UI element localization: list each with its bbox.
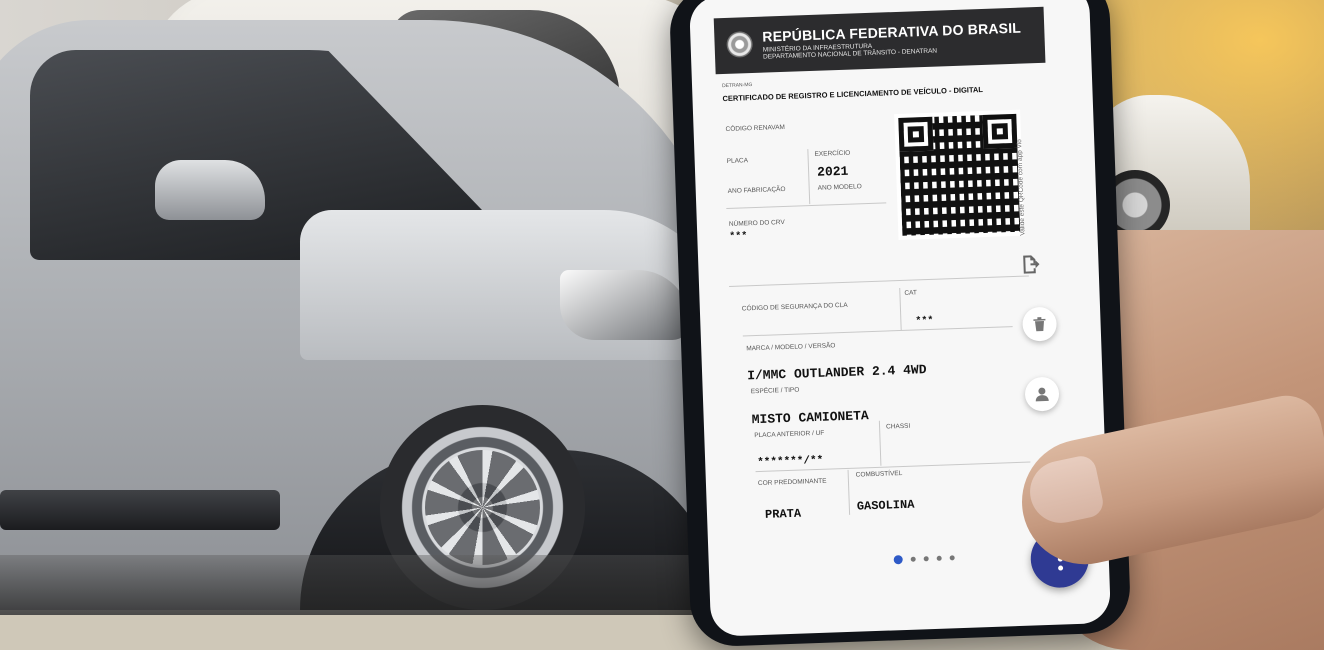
page-dot-active[interactable] [893, 555, 903, 565]
cat-value: *** [915, 315, 934, 328]
cor-label: COR PREDOMINANTE [757, 477, 827, 488]
marca-label: MARCA / MODELO / VERSÃO [746, 342, 836, 353]
placa-anterior-label: PLACA ANTERIOR / UF [754, 429, 825, 440]
numero-crv-label: NÚMERO DO CRV [728, 218, 785, 228]
page-indicator[interactable] [893, 553, 955, 565]
page-dot[interactable] [949, 555, 955, 561]
cat-label: CAT [904, 289, 918, 297]
page-dot[interactable] [936, 555, 942, 561]
especie-value: MISTO CAMIONETA [751, 408, 869, 428]
delete-button[interactable] [1021, 306, 1058, 342]
placa-label: PLACA [726, 157, 749, 165]
especie-label: ESPÉCIE / TIPO [750, 386, 800, 396]
numero-crv-value: *** [729, 231, 748, 243]
ano-fabricacao-label: ANO FABRICAÇÃO [727, 185, 786, 195]
combustivel-value: GASOLINA [856, 497, 915, 514]
marca-value: I/MMC OUTLANDER 2.4 4WD [746, 362, 927, 384]
placa-anterior-value: *******/** [757, 454, 824, 470]
exercicio-label: EXERCÍCIO [814, 149, 851, 158]
side-mirror [155, 160, 265, 220]
page-dot[interactable] [923, 556, 929, 562]
document-header: REPÚBLICA FEDERATIVA DO BRASIL MINISTÉRI… [713, 6, 1046, 75]
profile-button[interactable] [1024, 376, 1060, 412]
coat-of-arms-icon [726, 30, 754, 58]
person-icon [1035, 387, 1049, 402]
page-dot[interactable] [910, 556, 916, 562]
renavam-label: CÓDIGO RENAVAM [725, 123, 786, 133]
qr-code [894, 109, 1025, 241]
combustivel-label: COMBUSTÍVEL [855, 470, 903, 479]
republic-title: REPÚBLICA FEDERATIVA DO BRASIL [762, 19, 1022, 45]
seguranca-cla-label: CÓDIGO DE SEGURANÇA DO CLA [741, 301, 848, 313]
trash-icon [1033, 317, 1046, 332]
exercicio-value: 2021 [816, 163, 849, 180]
silver-suv [0, 20, 730, 610]
cor-value: PRATA [764, 506, 802, 522]
document-title: CERTIFICADO DE REGISTRO E LICENCIAMENTO … [722, 84, 984, 104]
chassi-label: CHASSI [885, 422, 911, 431]
ano-modelo-label: ANO MODELO [817, 183, 862, 192]
issuer-label: DETRAN-MG [721, 82, 753, 90]
